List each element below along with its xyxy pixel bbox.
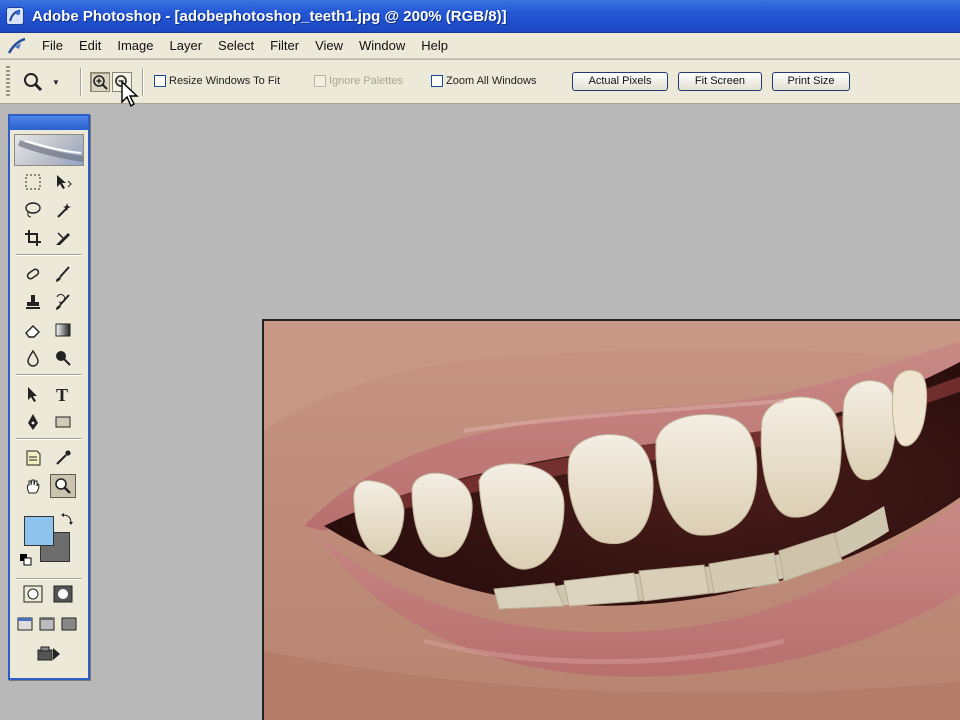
eyedropper-tool-icon[interactable] [50,446,76,470]
default-colors-icon[interactable] [20,554,32,566]
zoom-preset-icon [24,73,43,92]
tools-separator [16,578,82,580]
photoshop-feather-logo[interactable] [14,134,84,166]
pen-tool-icon[interactable] [20,410,46,434]
menu-help[interactable]: Help [413,34,456,58]
lasso-tool-icon[interactable] [20,198,46,222]
crop-tool-icon[interactable] [20,226,46,250]
menu-edit[interactable]: Edit [71,34,109,58]
jump-to-imageready-icon[interactable] [34,642,64,666]
marquee-tool-icon[interactable] [20,170,46,194]
full-screen-menu-mode-icon[interactable] [36,612,58,636]
checkbox-box [314,75,326,87]
swap-colors-icon[interactable] [60,512,74,526]
eraser-tool-icon[interactable] [20,318,46,342]
ignore-palettes-checkbox: Ignore Palettes [314,75,403,87]
mouse-cursor-icon [120,80,142,110]
slice-tool-icon[interactable] [50,226,76,250]
checkbox-box[interactable] [431,75,443,87]
full-screen-mode-icon[interactable] [58,612,80,636]
standard-screen-mode-icon[interactable] [14,612,36,636]
options-separator [80,68,82,96]
blur-tool-icon[interactable] [20,346,46,370]
fit-screen-button[interactable]: Fit Screen [678,72,762,91]
standard-mode-icon[interactable] [20,582,46,606]
resize-windows-label: Resize Windows To Fit [169,75,281,87]
zoom-in-button[interactable] [90,72,110,92]
options-bar-grip[interactable] [6,66,10,98]
path-selection-tool-icon[interactable] [20,382,46,406]
teeth-photo[interactable] [264,321,960,720]
hand-tool-icon[interactable] [20,474,46,498]
gradient-tool-icon[interactable] [50,318,76,342]
chevron-down-icon: ▼ [52,77,60,87]
zoom-all-windows-checkbox[interactable]: Zoom All Windows [431,75,536,87]
options-separator [142,68,144,96]
tools-separator [16,438,82,440]
resize-windows-checkbox[interactable]: Resize Windows To Fit [154,75,280,87]
type-tool-icon[interactable]: T [50,382,76,406]
menu-file[interactable]: File [34,34,71,58]
document-canvas[interactable] [262,319,960,720]
menu-view[interactable]: View [307,34,351,58]
zoom-in-icon [93,75,108,90]
options-bar: ▼ Resize Windows To Fit Ignore Palettes … [0,60,960,104]
tools-palette-titlebar[interactable] [10,116,88,130]
ignore-palettes-label: Ignore Palettes [329,75,403,87]
quick-mask-mode-icon[interactable] [50,582,76,606]
svg-text:T: T [56,385,68,403]
photoshop-app-icon [6,7,24,25]
notes-tool-icon[interactable] [20,446,46,470]
photoshop-feather-icon[interactable] [4,35,30,57]
menu-filter[interactable]: Filter [262,34,307,58]
menu-select[interactable]: Select [210,34,262,58]
tool-preset-picker[interactable]: ▼ [22,70,72,94]
magic-wand-tool-icon[interactable] [50,198,76,222]
tools-palette: T [8,114,90,680]
checkbox-box[interactable] [154,75,166,87]
zoom-tool-icon[interactable] [50,474,76,498]
brush-tool-icon[interactable] [50,262,76,286]
zoom-all-windows-label: Zoom All Windows [446,75,537,87]
dodge-tool-icon[interactable] [50,346,76,370]
print-size-button[interactable]: Print Size [772,72,850,91]
actual-pixels-button[interactable]: Actual Pixels [572,72,668,91]
menu-window[interactable]: Window [351,34,413,58]
clone-stamp-tool-icon[interactable] [20,290,46,314]
tools-separator [16,374,82,376]
move-tool-icon[interactable] [50,170,76,194]
menu-bar: File Edit Image Layer Select Filter View… [0,33,960,59]
menu-image[interactable]: Image [109,34,161,58]
window-title: Adobe Photoshop - [adobephotoshop_teeth1… [32,8,507,25]
title-bar: Adobe Photoshop - [adobephotoshop_teeth1… [0,0,960,33]
tools-separator [16,254,82,256]
history-brush-tool-icon[interactable] [50,290,76,314]
healing-brush-tool-icon[interactable] [20,262,46,286]
shape-tool-icon[interactable] [50,410,76,434]
menu-layer[interactable]: Layer [162,34,211,58]
foreground-color-swatch[interactable] [24,516,54,546]
